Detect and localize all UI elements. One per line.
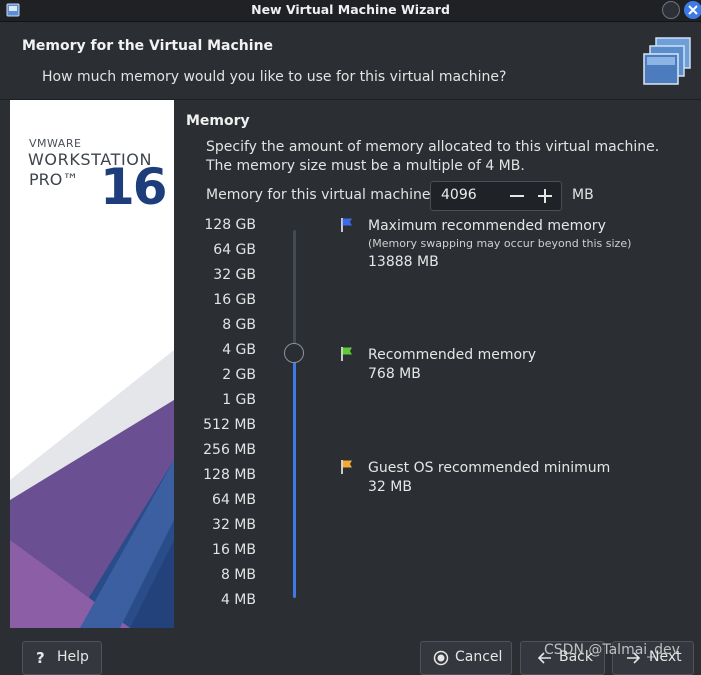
cancel-button-label: Cancel xyxy=(455,649,503,665)
minimum-memory-flag-icon xyxy=(341,460,352,474)
close-icon xyxy=(688,5,698,15)
max-memory-note: (Memory swapping may occur beyond this s… xyxy=(368,237,632,250)
memory-slider-handle[interactable] xyxy=(284,343,304,363)
memory-description: Specify the amount of memory allocated t… xyxy=(206,139,660,174)
memory-scale-label: 32 GB xyxy=(213,267,256,283)
memory-scale-label: 1 GB xyxy=(222,392,256,408)
recommended-memory-title: Recommended memory xyxy=(368,347,537,363)
memory-scale-label: 64 MB xyxy=(212,492,256,508)
memory-scale-label: 128 MB xyxy=(203,467,256,483)
increase-memory-button[interactable] xyxy=(535,186,555,206)
decrease-memory-button[interactable] xyxy=(507,186,527,206)
brand-edition: PRO™ xyxy=(29,170,79,189)
memory-scale-label: 32 MB xyxy=(212,517,256,533)
help-button[interactable]: ? Help xyxy=(22,641,102,675)
memory-scale-label: 2 GB xyxy=(222,367,256,383)
title-bar: New Virtual Machine Wizard xyxy=(0,0,701,22)
memory-scale-label: 256 MB xyxy=(203,442,256,458)
watermark-text: CSDN @Talmai_dev xyxy=(544,642,680,658)
help-button-label: Help xyxy=(57,649,89,665)
slider-track-fill[interactable] xyxy=(293,354,296,598)
minimum-memory-title: Guest OS recommended minimum xyxy=(368,460,611,476)
max-memory-value: 13888 MB xyxy=(368,254,439,270)
page-subtitle: How much memory would you like to use fo… xyxy=(42,69,507,85)
close-button[interactable] xyxy=(684,1,701,19)
wizard-header: Memory for the Virtual Machine How much … xyxy=(0,22,701,100)
brand-vmware: VMWARE xyxy=(29,137,82,150)
memory-scale-label: 4 GB xyxy=(222,342,256,358)
memory-scale-label: 16 MB xyxy=(212,542,256,558)
slider-track[interactable] xyxy=(293,230,296,350)
memory-scale-label: 8 GB xyxy=(222,317,256,333)
memory-scale-label: 128 GB xyxy=(204,217,256,233)
memory-scale-label: 8 MB xyxy=(220,567,256,583)
memory-scale-label: 512 MB xyxy=(203,417,256,433)
memory-scale-label: 4 MB xyxy=(220,592,256,608)
max-memory-flag-icon xyxy=(341,218,352,232)
minimize-button[interactable] xyxy=(662,1,680,19)
memory-unit: MB xyxy=(572,187,594,203)
memory-field-label: Memory for this virtual machine: xyxy=(206,187,436,203)
memory-scale-label: 16 GB xyxy=(213,292,256,308)
cancel-icon xyxy=(433,650,449,666)
brand-panel: VMWARE WORKSTATION PRO™ 16 xyxy=(10,100,174,628)
window-title: New Virtual Machine Wizard xyxy=(251,2,450,17)
memory-value-input[interactable]: 4096 xyxy=(441,187,477,203)
cancel-button[interactable]: Cancel xyxy=(420,641,512,675)
brand-version: 16 xyxy=(100,158,168,216)
help-icon: ? xyxy=(36,649,45,667)
virtual-machine-icon xyxy=(643,37,691,85)
memory-spinbox[interactable]: 4096 xyxy=(430,181,562,211)
memory-section-title: Memory xyxy=(186,113,250,129)
minimum-memory-value: 32 MB xyxy=(368,479,412,495)
max-memory-title: Maximum recommended memory xyxy=(368,218,606,234)
recommended-memory-value: 768 MB xyxy=(368,366,421,382)
recommended-memory-flag-icon xyxy=(341,347,352,361)
memory-scale-label: 64 GB xyxy=(213,242,256,258)
page-title: Memory for the Virtual Machine xyxy=(22,38,274,54)
